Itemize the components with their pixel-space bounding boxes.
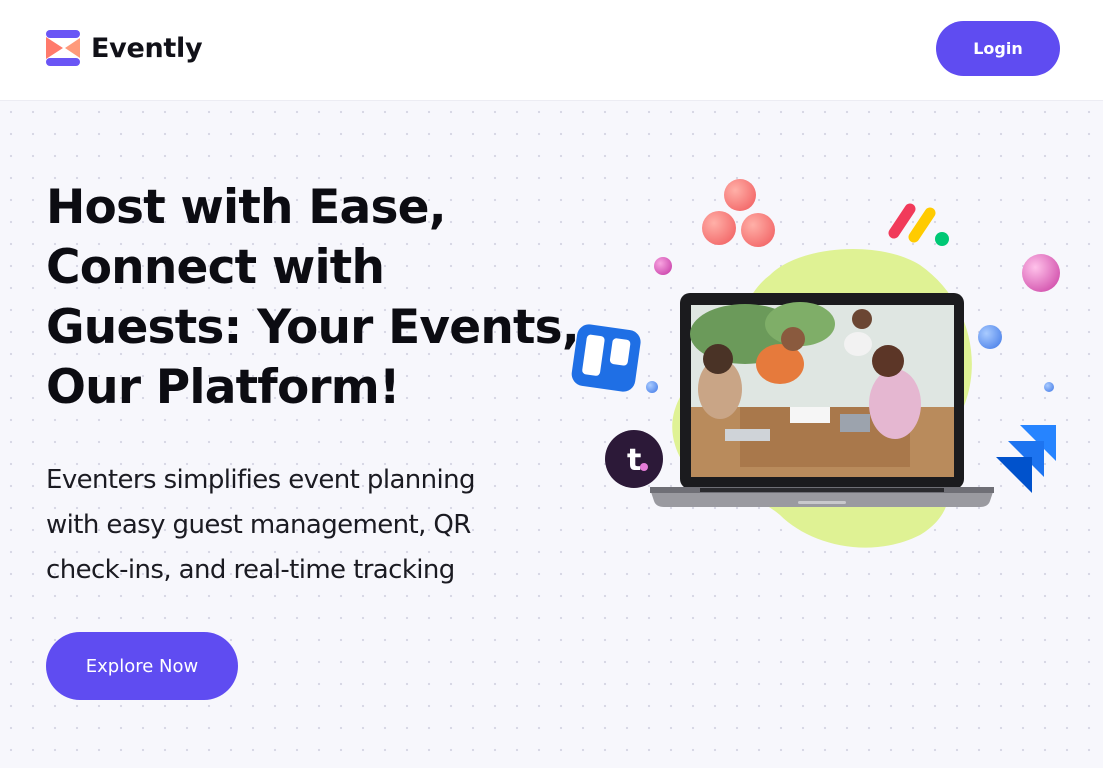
hero-illustration: t	[560, 175, 1080, 555]
trello-icon	[571, 324, 641, 392]
evently-logo-icon	[46, 30, 80, 66]
asana-dot	[702, 211, 736, 245]
decor-sphere	[654, 257, 672, 275]
monday-icon	[888, 203, 949, 246]
explore-now-button[interactable]: Explore Now	[46, 632, 238, 700]
laptop-illustration	[650, 293, 994, 507]
top-navbar: Evently Login	[0, 0, 1103, 101]
decor-sphere	[1022, 254, 1060, 292]
decor-sphere	[1044, 382, 1054, 392]
svg-text:t: t	[627, 443, 641, 478]
login-button[interactable]: Login	[936, 21, 1060, 76]
hero-title: Host with Ease, Connect with Guests: You…	[46, 180, 580, 415]
asana-icon	[724, 179, 756, 211]
hero-subtitle: Eventers simplifies event planning with …	[46, 465, 476, 585]
brand[interactable]: Evently	[46, 28, 203, 68]
asana-dot	[741, 213, 775, 247]
brand-name: Evently	[91, 32, 203, 64]
